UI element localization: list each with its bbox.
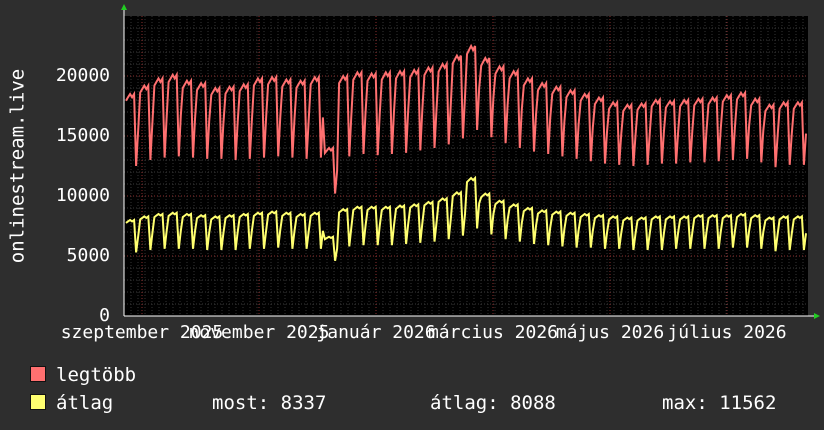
y-tick-label: 10000: [56, 185, 110, 206]
legend-max-swatch: [30, 366, 46, 382]
x-tick-label: március 2026: [428, 322, 558, 343]
y-tick-label: 15000: [56, 125, 110, 146]
x-tick-label: május 2026: [556, 322, 664, 343]
stat-max: max: 11562: [662, 392, 777, 414]
legend-max: legtöbb: [30, 364, 136, 386]
x-tick-label: november 2025: [189, 322, 330, 343]
stat-now: most: 8337: [212, 392, 327, 414]
legend-avg: átlag: [30, 392, 113, 414]
y-tick-label: 5000: [67, 245, 110, 266]
legend-avg-swatch: [30, 394, 46, 410]
x-tick-label: július 2026: [667, 322, 786, 343]
y-axis-arrow: [121, 4, 127, 10]
x-tick-label: január 2026: [316, 322, 435, 343]
y-axis-label: onlinestream.live: [7, 69, 29, 263]
legend-avg-label: átlag: [56, 392, 114, 414]
y-tick-label: 20000: [56, 65, 110, 86]
x-axis-arrow: [814, 313, 820, 319]
legend-max-label: legtöbb: [56, 364, 137, 386]
stat-average: átlag: 8088: [430, 392, 556, 414]
